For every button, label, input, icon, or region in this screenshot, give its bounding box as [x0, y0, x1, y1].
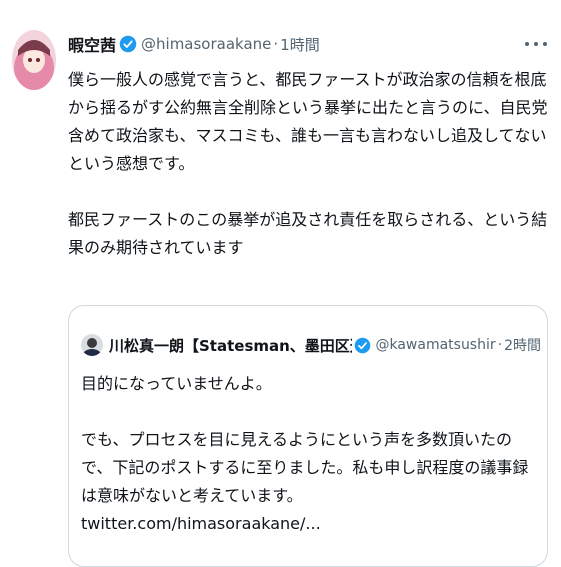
- quoted-tweet-header: 川松真一朗【Statesman、墨田区選出・4 @kawamatsushir ·…: [81, 332, 541, 358]
- more-options-icon[interactable]: [525, 36, 547, 52]
- user-avatar-icon[interactable]: [12, 30, 56, 90]
- quoted-paragraph-2-text: でも、プロセスを目に見えるようにという声を多数頂いたので、下記のポストするに至り…: [81, 430, 529, 505]
- quoted-tweet-text: 目的になっていませんよ。 でも、プロセスを目に見えるようにという声を多数頂いたの…: [81, 370, 539, 538]
- quoted-tweet[interactable]: 川松真一朗【Statesman、墨田区選出・4 @kawamatsushir ·…: [68, 305, 548, 567]
- quoted-separator-dot: ·: [497, 337, 503, 353]
- tweet-paragraph-1: 僕ら一般人の感覚で言うと、都民ファーストが政治家の信頼を根底から揺るがす公約無言…: [68, 70, 548, 173]
- tweet-card[interactable]: 暇空茜 @himasoraakane · 1時間 僕ら一般人の感覚で言うと、都民…: [0, 0, 561, 567]
- tweet-header: 暇空茜 @himasoraakane · 1時間: [68, 30, 320, 58]
- quoted-paragraph-2: でも、プロセスを目に見えるようにという声を多数頂いたので、下記のポストするに至り…: [81, 426, 539, 538]
- quoted-display-name: 川松真一朗【Statesman、墨田区選出・4: [109, 336, 352, 355]
- tweet-text: 僕ら一般人の感覚で言うと、都民ファーストが政治家の信頼を根底から揺るがす公約無言…: [68, 66, 556, 262]
- author-handle[interactable]: @himasoraakane: [141, 35, 271, 53]
- quoted-avatar-icon: [81, 334, 103, 356]
- tweet-timestamp[interactable]: 1時間: [280, 34, 320, 55]
- author-display-name[interactable]: 暇空茜: [68, 32, 116, 56]
- quoted-timestamp: 2時間: [504, 338, 541, 354]
- quoted-handle: @kawamatsushir: [375, 337, 496, 353]
- quoted-verified-badge-icon: [355, 337, 371, 353]
- verified-badge-icon: [119, 35, 137, 53]
- quoted-link[interactable]: twitter.com/himasoraakane/...: [81, 514, 321, 533]
- tweet-paragraph-2: 都民ファーストのこの暴挙が追及され責任を取らされる、という結果のみ期待されていま…: [68, 210, 548, 257]
- separator-dot: ·: [273, 35, 279, 53]
- quoted-line-1: 目的になっていませんよ。: [81, 374, 272, 393]
